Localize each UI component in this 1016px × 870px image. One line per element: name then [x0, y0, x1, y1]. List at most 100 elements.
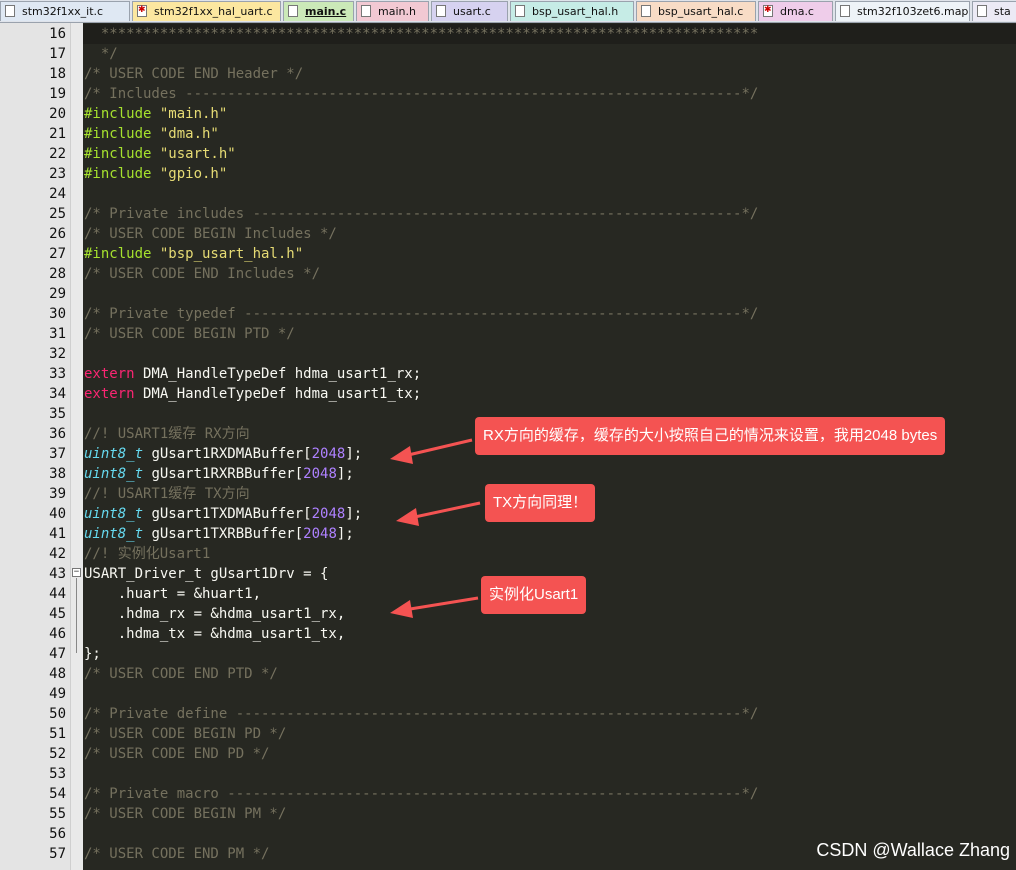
code-line[interactable]: .huart = &huart1, [84, 584, 261, 604]
tab-main-h[interactable]: main.h [356, 1, 429, 21]
line-number: 57 [49, 846, 66, 862]
line-number: 27 [49, 246, 66, 262]
file-icon [436, 5, 446, 17]
tab-label: stm32f1xx_it.c [22, 5, 104, 18]
line-number: 44 [49, 586, 66, 602]
code-line[interactable]: /* Private typedef ---------------------… [84, 304, 758, 324]
code-line[interactable]: ****************************************… [84, 24, 758, 44]
tab-bsp-usart-hal-c[interactable]: bsp_usart_hal.c [636, 1, 756, 21]
line-number: 49 [49, 686, 66, 702]
line-number: 43 [49, 566, 66, 582]
line-number: 22 [49, 146, 66, 162]
code-line[interactable]: extern DMA_HandleTypeDef hdma_usart1_tx; [84, 384, 421, 404]
tab-label: bsp_usart_hal.h [532, 5, 619, 18]
file-icon [137, 2, 147, 20]
line-number: 39 [49, 486, 66, 502]
code-line[interactable]: extern DMA_HandleTypeDef hdma_usart1_rx; [84, 364, 421, 384]
code-line[interactable]: /* USER CODE BEGIN PTD */ [84, 324, 295, 344]
code-line[interactable]: .hdma_tx = &hdma_usart1_tx, [84, 624, 346, 644]
file-icon [840, 5, 850, 17]
code-line[interactable]: /* USER CODE END PD */ [84, 744, 269, 764]
line-number: 37 [49, 446, 66, 462]
tab-label: bsp_usart_hal.c [658, 5, 744, 18]
code-line[interactable]: #include "main.h" [84, 104, 227, 124]
code-line[interactable]: }; [84, 644, 101, 664]
line-number: 51 [49, 726, 66, 742]
line-number: 32 [49, 346, 66, 362]
line-number: 34 [49, 386, 66, 402]
fold-toggle-icon[interactable]: − [72, 568, 81, 577]
code-line[interactable]: /* USER CODE END PTD */ [84, 664, 278, 684]
code-line[interactable]: #include "usart.h" [84, 144, 236, 164]
line-number: 18 [49, 66, 66, 82]
line-number: 31 [49, 326, 66, 342]
code-line[interactable]: uint8_t gUsart1RXRBBuffer[2048]; [84, 464, 354, 484]
line-number: 54 [49, 786, 66, 802]
annotation-rx-buffer: RX方向的缓存，缓存的大小按照自己的情况来设置，我用2048 bytes [475, 417, 946, 455]
code-line[interactable]: //! 实例化Usart1 [84, 544, 210, 564]
tab-sta[interactable]: sta [972, 1, 1016, 21]
line-number: 33 [49, 366, 66, 382]
code-line[interactable]: #include "gpio.h" [84, 164, 227, 184]
line-number: 47 [49, 646, 66, 662]
code-line[interactable]: /* Private define ----------------------… [84, 704, 758, 724]
line-number: 28 [49, 266, 66, 282]
code-line[interactable]: #include "dma.h" [84, 124, 219, 144]
tab-usart-c[interactable]: usart.c [431, 1, 508, 21]
tab-label: stm32f1xx_hal_uart.c [154, 5, 273, 18]
tab-main-c[interactable]: main.c [283, 1, 354, 21]
line-number: 48 [49, 666, 66, 682]
tab-label: dma.c [780, 5, 814, 18]
line-number: 40 [49, 506, 66, 522]
code-line[interactable]: .hdma_rx = &hdma_usart1_rx, [84, 604, 346, 624]
code-line[interactable]: /* USER CODE BEGIN PM */ [84, 804, 286, 824]
line-number: 36 [49, 426, 66, 442]
tab-bar: stm32f1xx_it.c stm32f1xx_hal_uart.c main.c… [0, 0, 1016, 23]
code-line[interactable]: /* USER CODE END Includes */ [84, 264, 320, 284]
line-number: 42 [49, 546, 66, 562]
line-number: 24 [49, 186, 66, 202]
line-number: 45 [49, 606, 66, 622]
line-number: 52 [49, 746, 66, 762]
tab-label: main.c [305, 5, 347, 18]
code-line[interactable]: uint8_t gUsart1TXRBBuffer[2048]; [84, 524, 354, 544]
line-number: 16 [49, 26, 66, 42]
line-number: 20 [49, 106, 66, 122]
file-icon [641, 5, 651, 17]
code-line[interactable]: USART_Driver_t gUsart1Drv = { [84, 564, 328, 584]
code-line[interactable]: /* Includes ----------------------------… [84, 84, 758, 104]
tab-bsp-usart-hal-h[interactable]: bsp_usart_hal.h [510, 1, 634, 21]
code-line[interactable]: /* Private includes --------------------… [84, 204, 758, 224]
file-icon [288, 5, 298, 17]
code-line[interactable]: //! USART1缓存 RX方向 [84, 424, 250, 444]
code-line[interactable]: /* USER CODE END Header */ [84, 64, 303, 84]
line-number: 25 [49, 206, 66, 222]
code-line[interactable]: */ [84, 44, 118, 64]
tab-stm32f1xx-hal-uart-c[interactable]: stm32f1xx_hal_uart.c [132, 1, 281, 21]
code-line[interactable]: //! USART1缓存 TX方向 [84, 484, 250, 504]
code-line[interactable]: #include "bsp_usart_hal.h" [84, 244, 303, 264]
tab-label: sta [994, 5, 1011, 18]
line-number: 29 [49, 286, 66, 302]
line-number: 55 [49, 806, 66, 822]
tab-dma-c[interactable]: dma.c [758, 1, 833, 21]
tab-stm32f1xx-it-c[interactable]: stm32f1xx_it.c [0, 1, 130, 21]
tab-label: main.h [378, 5, 416, 18]
code-line[interactable]: /* USER CODE BEGIN Includes */ [84, 224, 337, 244]
tab-stm32f103zet6-map[interactable]: stm32f103zet6.map [835, 1, 970, 21]
line-number: 53 [49, 766, 66, 782]
line-number: 21 [49, 126, 66, 142]
file-icon [515, 5, 525, 17]
line-number: 17 [49, 46, 66, 62]
code-line[interactable]: uint8_t gUsart1RXDMABuffer[2048]; [84, 444, 362, 464]
line-number: 41 [49, 526, 66, 542]
line-number: 46 [49, 626, 66, 642]
line-number: 30 [49, 306, 66, 322]
line-number: 38 [49, 466, 66, 482]
code-line[interactable]: /* USER CODE END PM */ [84, 844, 269, 864]
fold-range-line [76, 578, 77, 653]
code-line[interactable]: /* Private macro -----------------------… [84, 784, 758, 804]
code-line[interactable]: /* USER CODE BEGIN PD */ [84, 724, 286, 744]
watermark: CSDN @Wallace Zhang [816, 840, 1010, 860]
code-line[interactable]: uint8_t gUsart1TXDMABuffer[2048]; [84, 504, 362, 524]
